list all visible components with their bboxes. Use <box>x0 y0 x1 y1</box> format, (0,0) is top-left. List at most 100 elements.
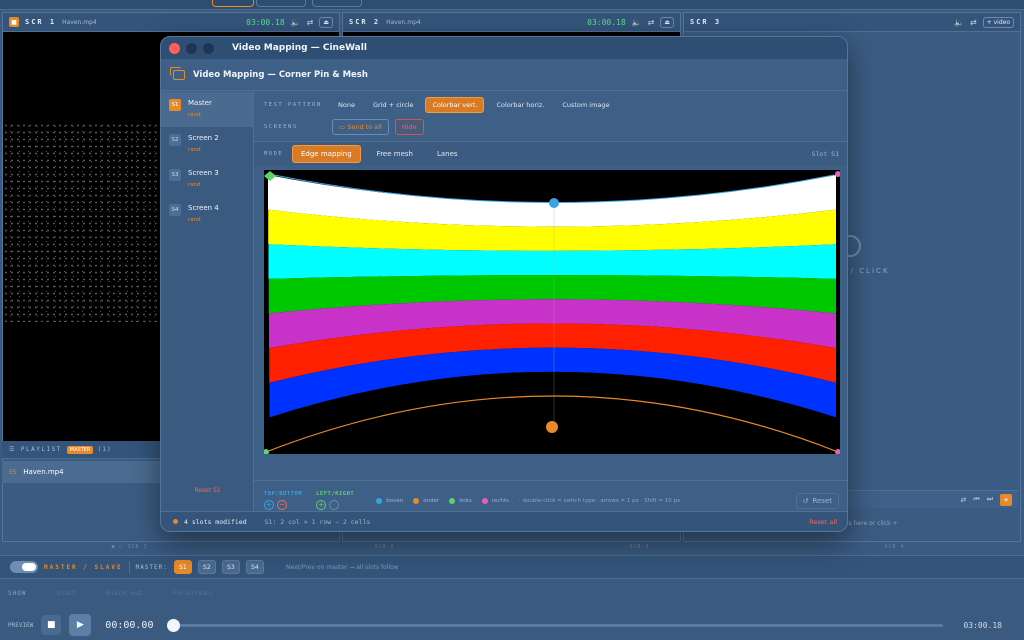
legend: boven onder links rechts · double-click … <box>376 497 681 504</box>
playlist-item-index: E5 <box>9 468 17 476</box>
pattern-grid-circle[interactable]: Grid + circle <box>367 98 420 112</box>
pattern-custom-image[interactable]: Custom image <box>556 98 615 112</box>
master-slot-s2[interactable]: S2 <box>197 560 216 574</box>
playlist: ☰ PLAYLIST MASTER (1) E5 Haven.mp4 <box>2 441 160 541</box>
corner-handle-bottom-left[interactable] <box>264 449 269 454</box>
screens-row: SCREENS ▭ Send to all Hide <box>254 116 847 138</box>
slot-sub: rand <box>188 147 201 153</box>
status-dot <box>173 519 178 524</box>
minimize-window-button[interactable] <box>186 42 197 54</box>
slot-item-s3[interactable]: S3 Screen 3 rand <box>161 162 253 197</box>
eject-button[interactable]: ⏏ <box>319 16 333 28</box>
mapping-icon <box>170 66 185 80</box>
master-slot-s3[interactable]: S3 <box>221 560 240 574</box>
mapping-canvas[interactable] <box>264 170 840 454</box>
add-point-icon[interactable]: + <box>264 500 274 510</box>
slot-item-s4[interactable]: S4 Screen 4 rand <box>161 197 253 232</box>
volume-icon[interactable]: 🔈 <box>291 18 301 27</box>
volume-icon[interactable]: 🔈 <box>632 18 642 27</box>
top-chip-active[interactable] <box>212 0 254 7</box>
pattern-colorbar-vert[interactable]: Colorbar vert. <box>425 97 485 113</box>
preview-scrubber[interactable] <box>167 618 944 632</box>
status-info: S1: 2 col × 1 row — 2 cells <box>264 517 371 526</box>
legend-label: onder <box>423 497 440 504</box>
screen-file: Haven.mp4 <box>386 18 421 26</box>
top-chip[interactable] <box>256 0 306 7</box>
send-to-all-button[interactable]: ▭ Send to all <box>332 119 389 135</box>
reset-slot-button[interactable]: Reset S1 <box>161 487 254 494</box>
remove-point-icon[interactable]: − <box>277 500 287 510</box>
pattern-none[interactable]: None <box>332 98 361 112</box>
start-button[interactable]: Start <box>56 590 76 597</box>
remove-point-icon[interactable] <box>329 500 340 510</box>
loop-icon[interactable]: ⇄ <box>961 496 967 504</box>
mapping-title: Video Mapping — Corner Pin & Mesh <box>193 69 368 80</box>
top-chip[interactable] <box>312 0 362 7</box>
play-button[interactable]: ▶ <box>69 614 92 636</box>
preview-end-time: 03:00.18 <box>963 620 1002 630</box>
screen-title: SCR 2 <box>349 18 381 26</box>
eject-button[interactable]: ⏏ <box>660 16 674 28</box>
close-window-button[interactable] <box>169 42 180 54</box>
playlist-badge: MASTER <box>66 445 94 454</box>
slot-id: S2 <box>169 134 181 146</box>
mode-edge-mapping[interactable]: Edge mapping <box>292 145 361 163</box>
window-title: Video Mapping — CineWall <box>232 43 367 53</box>
master-slot-s1[interactable]: S1 <box>173 560 192 574</box>
mapping-header: Video Mapping — Corner Pin & Mesh <box>161 59 847 91</box>
pattern-colorbar-horiz[interactable]: Colorbar horiz. <box>490 98 550 112</box>
prev-icon[interactable]: ⏮ <box>973 495 979 504</box>
blackout-button[interactable]: Black out <box>106 590 143 597</box>
test-pattern-row: TEST PATTERN None Grid + circle Colorbar… <box>254 94 847 116</box>
stop-button[interactable]: ■ <box>41 615 62 635</box>
playlist-item[interactable]: E5 Haven.mp4 <box>2 461 160 483</box>
zoom-window-button[interactable] <box>203 42 214 54</box>
screen-header: SCR 3 🔈 ⇄ + video <box>684 13 1020 32</box>
top-bar <box>0 0 1024 10</box>
reset-icon: ↺ <box>802 496 809 505</box>
preview-label: PREVIEW <box>8 621 34 629</box>
scrubber-knob[interactable] <box>167 618 181 632</box>
drop-hint: ls here or click + <box>847 520 898 527</box>
loop-icon[interactable]: ⇄ <box>648 18 655 27</box>
add-icon[interactable]: + <box>1000 493 1012 506</box>
legend-dot <box>413 497 420 504</box>
show-row: SHOW Start Black out Fullscreen <box>0 582 1024 604</box>
volume-icon[interactable]: 🔈 <box>954 18 964 27</box>
loop-icon[interactable]: ⇄ <box>970 18 977 27</box>
slot-sub: rand <box>188 182 201 188</box>
add-point-icon[interactable]: + <box>316 500 327 510</box>
divider <box>128 561 130 573</box>
bottom-handle[interactable] <box>546 421 558 433</box>
send-to-all-label: Send to all <box>347 123 382 131</box>
screen-file: Haven.mp4 <box>62 18 97 26</box>
master-slot-s4[interactable]: S4 <box>245 560 264 574</box>
screens-label: SCREENS <box>264 124 298 130</box>
top-handle[interactable] <box>549 198 559 208</box>
loop-icon[interactable]: ⇄ <box>307 18 314 27</box>
fullscreen-button[interactable]: Fullscreen <box>173 590 213 597</box>
next-icon[interactable]: ⏭ <box>987 495 993 504</box>
test-pattern-label: TEST PATTERN <box>264 102 322 108</box>
left-right-group: LEFT/RIGHT + <box>316 491 354 510</box>
add-video-button[interactable]: + video <box>982 16 1014 28</box>
colorbar-bands <box>268 175 836 452</box>
master-slave-toggle[interactable] <box>10 561 38 573</box>
reset-all-button[interactable]: Reset all <box>809 518 837 526</box>
mode-lanes[interactable]: Lanes <box>429 146 466 162</box>
shortcut-hint: · double-click = switch type · arrows = … <box>518 497 681 504</box>
screen-title: SCR 1 <box>25 18 57 26</box>
legend-dot <box>481 497 488 504</box>
screen3-controls: ⇄ ⏮ ⏭ + <box>846 490 1018 508</box>
screen-header: ■ SCR 1 Haven.mp4 03:00.18 🔈 ⇄ ⏏ <box>3 13 339 32</box>
reset-button[interactable]: ↺ Reset <box>795 492 839 509</box>
legend-label: links <box>459 497 472 504</box>
slot-item-s1[interactable]: S1 Master rand <box>161 92 253 127</box>
legend-dot <box>449 497 456 504</box>
hide-button[interactable]: Hide <box>394 119 424 135</box>
slot-item-s2[interactable]: S2 Screen 2 rand <box>161 127 253 162</box>
mode-free-mesh[interactable]: Free mesh <box>369 146 421 162</box>
warp-preview[interactable] <box>264 170 840 454</box>
screen-badge[interactable]: ■ <box>9 17 19 27</box>
top-bottom-group: TOP/BOTTOM + − <box>264 491 302 510</box>
